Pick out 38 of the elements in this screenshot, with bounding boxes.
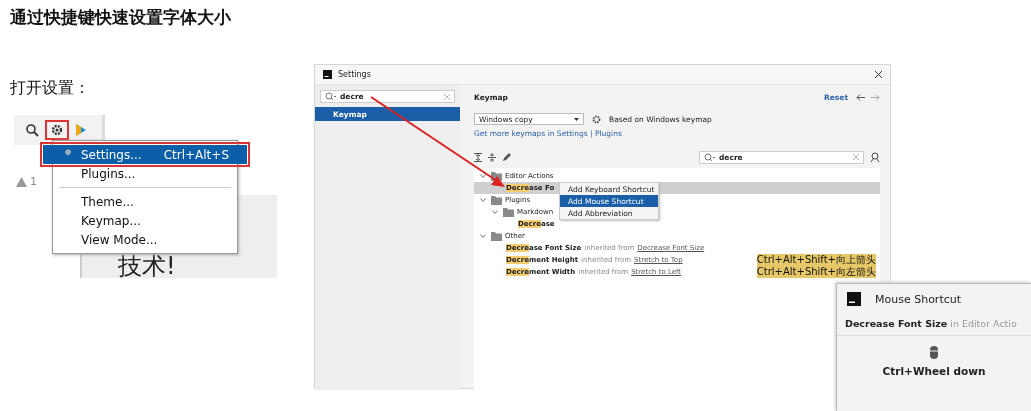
shortcut-tag: Ctrl+Alt+Shift+向上箭头 (756, 254, 876, 266)
search-icon (704, 152, 715, 162)
menu-item[interactable]: Theme... (53, 192, 237, 211)
app-icon (847, 292, 861, 306)
dropdown-arrow-icon (574, 117, 579, 121)
chevron-icon[interactable] (480, 197, 486, 203)
folder-icon (503, 207, 514, 217)
action-label: Decrease Font Size in Editor Actio (837, 308, 1031, 336)
app-icon (323, 70, 332, 79)
shortcut-tag: Ctrl+Alt+Shift+向左箭头 (756, 266, 876, 278)
step-label: 打开设置： (10, 78, 91, 99)
settings-icon[interactable] (592, 114, 601, 124)
page-heading: 通过快捷键快速设置字体大小 (10, 6, 232, 29)
pencil-icon[interactable] (502, 152, 511, 162)
chevron-icon[interactable] (480, 173, 486, 179)
editor-text: 技术! (118, 251, 176, 282)
menu-item[interactable]: Keymap... (53, 211, 237, 230)
warning-count: 1 (30, 175, 37, 188)
collapse-all-icon[interactable] (488, 152, 496, 162)
menu-item[interactable]: Settings... Ctrl+Alt+S (43, 145, 247, 164)
window-title: Settings (338, 70, 371, 79)
chevron-icon[interactable] (492, 209, 498, 215)
expand-all-icon[interactable] (474, 152, 482, 162)
logo-icon[interactable] (75, 123, 87, 137)
find-shortcut-icon[interactable] (870, 152, 880, 162)
mouse-icon (930, 346, 938, 359)
search-icon (325, 92, 336, 101)
search-icon[interactable] (26, 123, 39, 137)
popup-title: Mouse Shortcut (875, 292, 962, 306)
settings-icon[interactable] (51, 124, 63, 136)
shortcut-label: Ctrl+Wheel down (882, 365, 986, 377)
chevron-icon[interactable] (480, 233, 486, 239)
warning-icon (16, 176, 27, 187)
back-icon[interactable] (856, 93, 865, 101)
menu-item[interactable]: View Mode... (53, 230, 237, 249)
folder-icon (491, 231, 502, 241)
menu-item[interactable]: Plugins... (53, 164, 237, 183)
close-icon[interactable] (875, 71, 882, 78)
